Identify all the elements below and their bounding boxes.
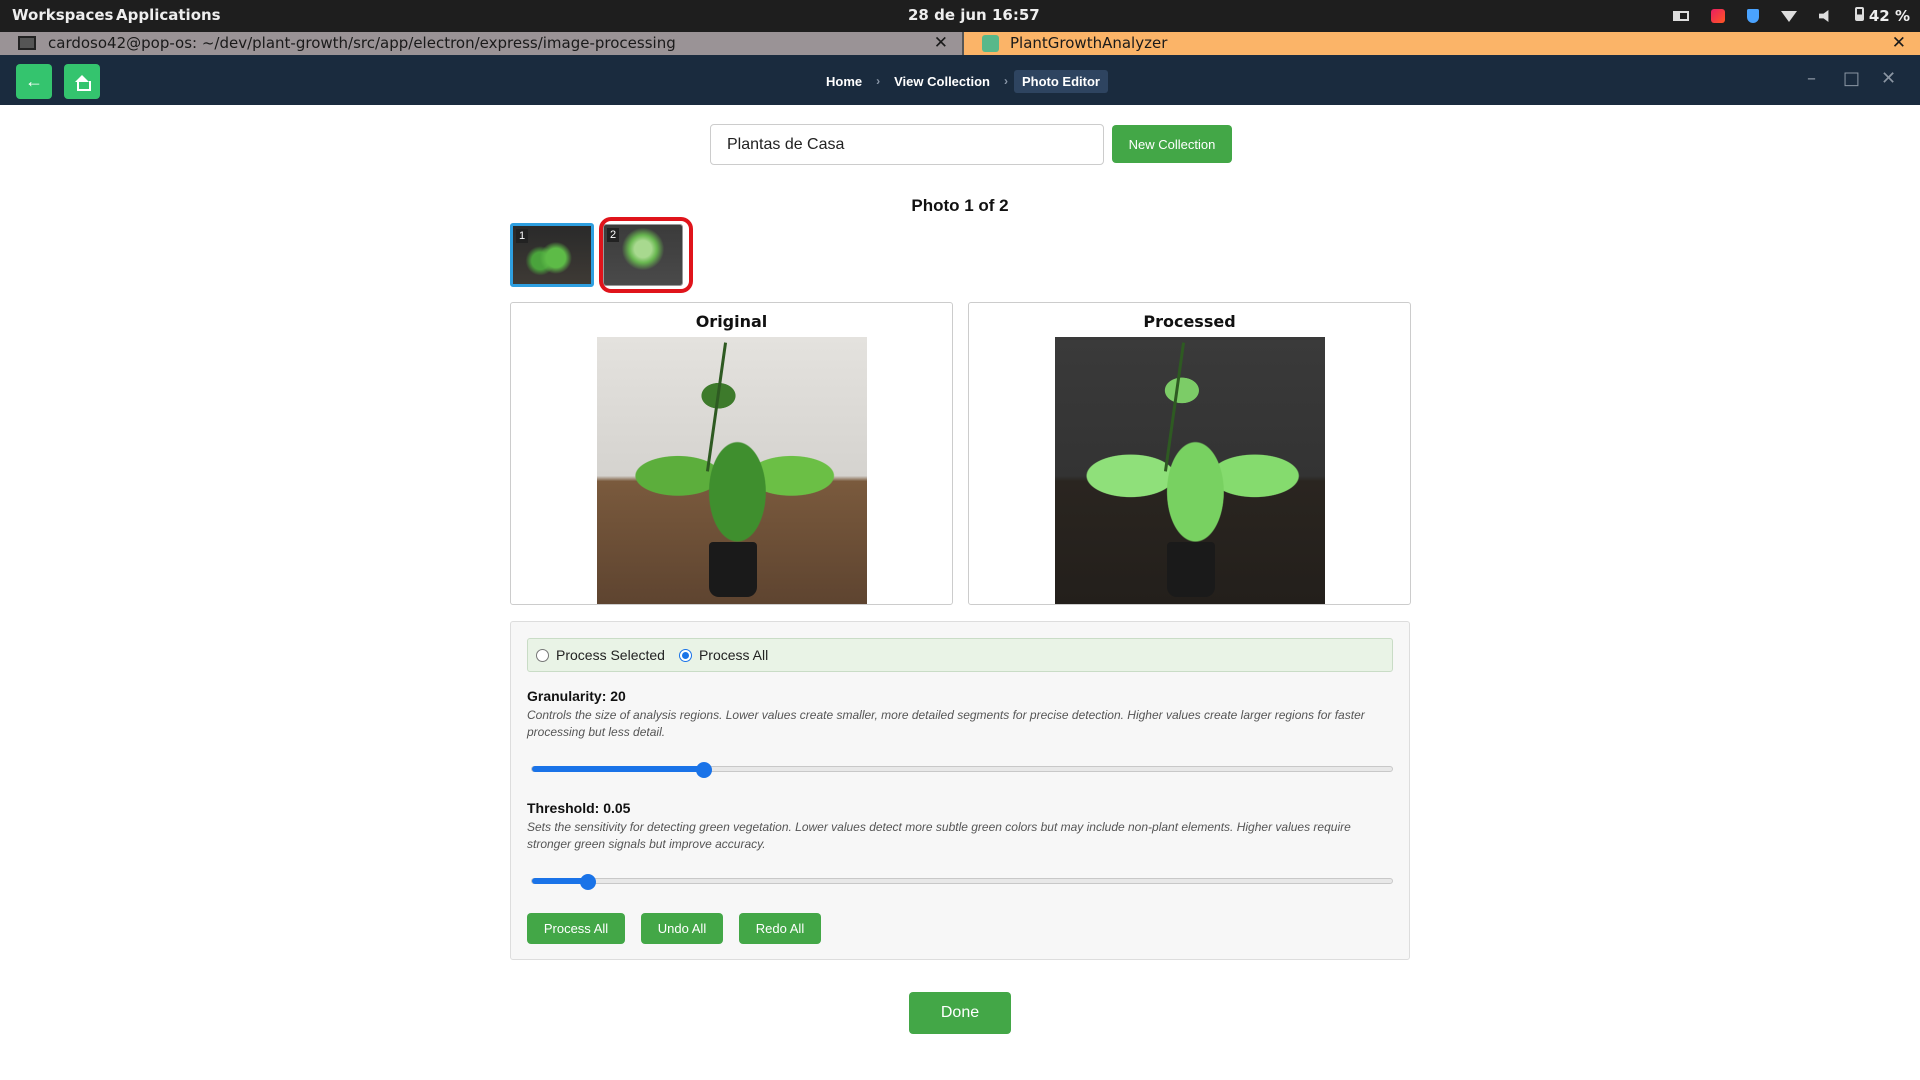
threshold-label: Threshold: 0.05 [527,800,631,816]
photo-counter: Photo 1 of 2 [911,196,1009,215]
terminal-window-tab[interactable]: cardoso42@pop-os: ~/dev/plant-growth/src… [0,32,962,55]
granularity-slider-fill [532,766,704,772]
process-all-radio[interactable] [678,648,692,662]
battery-percent: 42 % [1868,7,1910,25]
vpn-shield-icon[interactable] [1746,9,1759,23]
color-picker-icon[interactable] [1710,9,1725,23]
done-button[interactable]: Done [909,992,1011,1034]
terminal-tab-title: cardoso42@pop-os: ~/dev/plant-growth/src… [48,34,676,52]
system-tray: 42 % [1672,0,1910,32]
processed-panel-title: Processed [1143,312,1236,331]
terminal-icon [18,36,36,50]
highlight-circle [599,217,693,293]
original-photo-panel: Original [510,302,953,605]
breadcrumb-separator: › [1003,74,1008,88]
granularity-slider[interactable] [531,762,1393,778]
close-window-icon[interactable]: ✕ [1881,68,1896,89]
original-panel-title: Original [695,312,768,331]
wifi-icon[interactable] [1780,10,1797,22]
applications-button[interactable]: Applications [116,6,221,24]
process-all-option[interactable]: Process All [678,647,769,663]
new-collection-button[interactable]: New Collection [1112,125,1232,163]
original-plant-image [597,337,867,604]
arrow-left-icon: ← [25,71,43,91]
battery-icon [1854,7,1864,21]
app-window-tab[interactable]: PlantGrowthAnalyzer ✕ [964,32,1920,55]
close-app-tab-icon[interactable]: ✕ [1892,33,1906,53]
plant-stem [1163,342,1186,472]
back-button[interactable]: ← [16,64,52,99]
home-button[interactable] [64,64,100,99]
process-all-button[interactable]: Process All [527,913,625,944]
layout-icon[interactable] [1672,11,1689,21]
breadcrumb-home[interactable]: Home [818,70,870,93]
breadcrumb-photo-editor[interactable]: Photo Editor [1013,69,1108,93]
window-tab-bar: cardoso42@pop-os: ~/dev/plant-growth/src… [0,32,1920,55]
breadcrumb: Home › View Collection › Photo Editor [818,69,1108,93]
thumbnail-photo-1[interactable]: 1 [510,223,594,287]
process-all-label: Process All [698,647,769,663]
close-terminal-tab-icon[interactable]: ✕ [934,33,948,53]
home-icon [75,74,91,91]
workspaces-button[interactable]: Workspaces [12,6,113,24]
plant-stem [705,342,728,472]
processed-photo-panel: Processed [968,302,1411,605]
threshold-slider-handle[interactable] [579,874,596,890]
app-tab-title: PlantGrowthAnalyzer [1010,34,1168,52]
minimize-icon[interactable]: – [1807,68,1816,89]
plant-pot [1167,542,1215,597]
battery-indicator[interactable]: 42 % [1854,7,1910,25]
system-top-bar: Workspaces Applications 28 de jun 16:57 … [0,0,1920,32]
breadcrumb-separator: › [876,74,881,88]
process-mode-group: Process Selected Process All [527,638,1393,672]
granularity-slider-handle[interactable] [696,762,712,778]
processing-controls: Process Selected Process All Granularity… [510,621,1410,960]
app-header: ← Home › View Collection › Photo Editor … [0,55,1920,105]
thumbnail-number: 1 [516,229,529,243]
process-selected-label: Process Selected [556,647,665,663]
granularity-label: Granularity: 20 [527,688,626,704]
process-selected-radio[interactable] [536,648,549,662]
undo-all-button[interactable]: Undo All [641,913,723,944]
processed-plant-image [1055,337,1325,604]
plant-pot [709,542,757,597]
breadcrumb-view-collection[interactable]: View Collection [886,70,998,93]
volume-icon[interactable] [1818,10,1829,22]
redo-all-button[interactable]: Redo All [739,913,821,944]
threshold-slider[interactable] [531,874,1393,890]
clock[interactable]: 28 de jun 16:57 [908,6,1040,24]
threshold-description: Sets the sensitivity for detecting green… [527,820,1351,851]
plant-app-icon [982,35,999,52]
granularity-description: Controls the size of analysis regions. L… [527,708,1365,739]
maximize-icon[interactable]: □ [1843,68,1860,89]
process-selected-option[interactable]: Process Selected [536,647,665,663]
collection-name-input[interactable] [710,124,1104,165]
